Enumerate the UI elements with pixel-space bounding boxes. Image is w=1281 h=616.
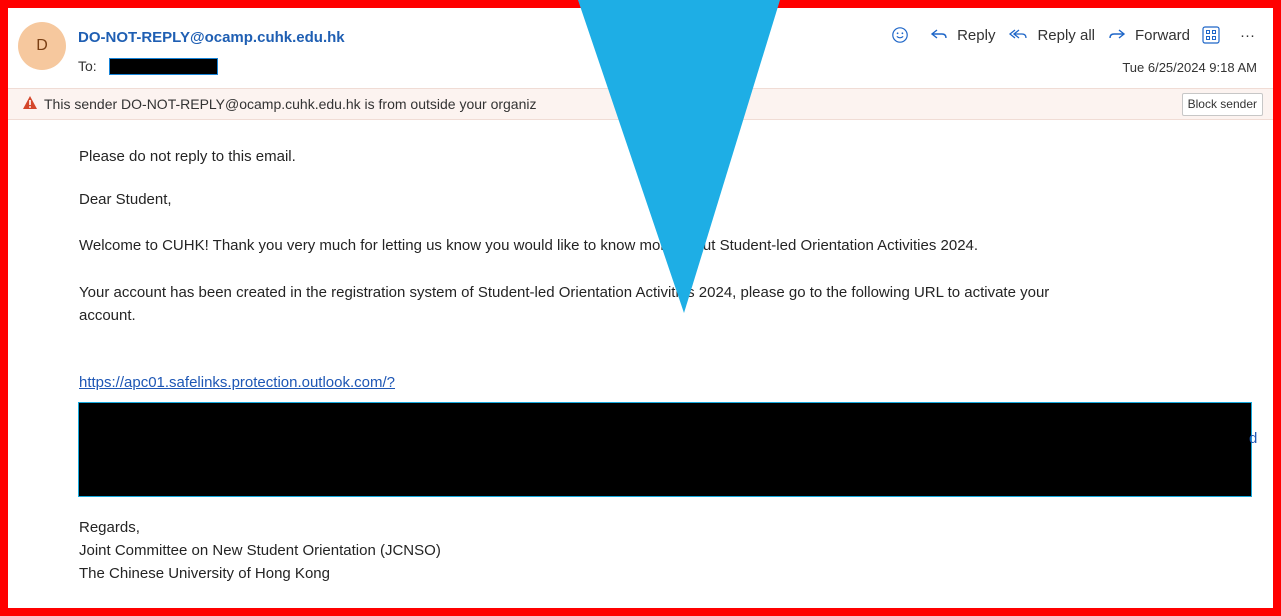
regards-line: Regards,: [79, 519, 140, 536]
redacted-url-block: [78, 402, 1252, 497]
external-sender-warning: This sender DO-NOT-REPLY@ocamp.cuhk.edu.…: [8, 88, 1273, 120]
body-line-4b: account.: [79, 307, 136, 324]
body-line-2: Dear Student,: [79, 191, 172, 208]
reply-all-label: Reply all: [1037, 26, 1095, 44]
more-label: ···: [1240, 26, 1255, 44]
block-sender-button[interactable]: Block sender: [1181, 93, 1263, 116]
message-actions: Reply Reply all Forward ···: [879, 26, 1255, 44]
received-date: Tue 6/25/2024 9:18 AM: [1122, 60, 1257, 75]
reply-all-icon: [1009, 29, 1028, 39]
sender-email[interactable]: DO-NOT-REPLY@ocamp.cuhk.edu.hk: [78, 29, 345, 46]
forward-button[interactable]: Forward: [1107, 27, 1190, 44]
link-fragment[interactable]: d: [1249, 430, 1257, 447]
reply-button[interactable]: Reply: [929, 27, 995, 44]
apps-button[interactable]: [1202, 26, 1228, 44]
forward-label: Forward: [1134, 26, 1190, 44]
smiley-icon: [892, 27, 908, 43]
warning-icon: [23, 96, 37, 109]
forward-icon: [1109, 29, 1126, 39]
warning-text: This sender DO-NOT-REPLY@ocamp.cuhk.edu.…: [44, 96, 537, 112]
reply-icon: [930, 29, 947, 39]
email-header: D DO-NOT-REPLY@ocamp.cuhk.edu.hk To: Rep…: [8, 8, 1273, 88]
body-line-3: Welcome to CUHK! Thank you very much for…: [79, 237, 979, 254]
more-actions-button[interactable]: ···: [1240, 27, 1255, 44]
body-line-1: Please do not reply to this email.: [79, 148, 296, 165]
reply-all-button[interactable]: Reply all: [1007, 27, 1095, 44]
reply-label: Reply: [957, 26, 996, 44]
to-label: To:: [78, 58, 97, 74]
activation-link[interactable]: https://apc01.safelinks.protection.outlo…: [79, 371, 395, 394]
avatar: D: [18, 22, 66, 70]
signature-line-1: Joint Committee on New Student Orientati…: [79, 542, 441, 559]
apps-grid-icon: [1202, 26, 1220, 44]
body-line-4a: Your account has been created in the reg…: [79, 284, 1050, 301]
signature-line-2: The Chinese University of Hong Kong: [79, 565, 330, 582]
emoji-button[interactable]: [891, 26, 917, 44]
redacted-recipient: [109, 58, 218, 75]
